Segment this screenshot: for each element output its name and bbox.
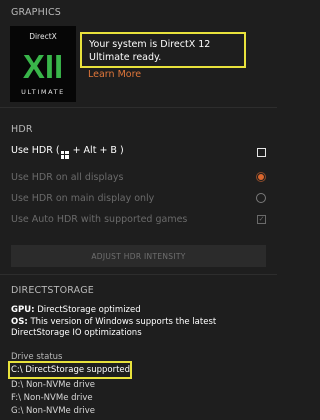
directx-ready-message: Your system is DirectX 12 Ultimate ready…: [80, 32, 246, 68]
xii-logo-icon: XII: [23, 48, 63, 82]
learn-more-link[interactable]: Learn More: [88, 69, 141, 80]
divider: [0, 274, 277, 275]
os-status: OS: This version of Windows supports the…: [11, 317, 217, 327]
use-hdr-label: Use HDR ( + Alt + B ): [11, 145, 124, 159]
auto-hdr-row[interactable]: Use Auto HDR with supported games ✓: [11, 210, 266, 228]
use-hdr-checkbox[interactable]: [257, 147, 266, 157]
adjust-hdr-intensity-button[interactable]: ADJUST HDR INTENSITY: [11, 245, 266, 267]
gpu-status: GPU: DirectStorage optimized: [11, 305, 141, 315]
hdr-main-display-label: Use HDR on main display only: [11, 192, 155, 204]
auto-hdr-checkbox[interactable]: ✓: [257, 214, 266, 224]
use-hdr-row[interactable]: Use HDR ( + Alt + B ): [11, 143, 266, 161]
hdr-all-displays-radio[interactable]: [256, 172, 266, 182]
auto-hdr-label: Use Auto HDR with supported games: [11, 213, 188, 225]
drive-status-item: F:\ Non-NVMe drive: [11, 393, 93, 403]
logo-big-text: XII: [23, 48, 63, 82]
divider: [0, 107, 277, 108]
hdr-all-displays-label: Use HDR on all displays: [11, 171, 124, 183]
drive-status-item: D:\ Non-NVMe drive: [11, 380, 95, 390]
graphics-section-title: GRAPHICS: [11, 7, 62, 18]
hdr-main-display-radio[interactable]: [256, 193, 266, 203]
check-icon: ✓: [258, 215, 265, 223]
hdr-section-title: HDR: [11, 124, 33, 135]
os-status-continued: DirectStorage IO optimizations: [11, 328, 142, 338]
drive-status-item: C:\ DirectStorage supported: [11, 365, 131, 375]
drive-status-item: G:\ Non-NVMe drive: [11, 406, 95, 416]
windows-key-icon: [60, 150, 69, 159]
directx-12-ultimate-logo: DirectX XII ULTIMATE: [10, 26, 76, 102]
logo-bottom-text: ULTIMATE: [21, 88, 65, 96]
logo-top-text: DirectX: [29, 32, 57, 41]
directstorage-section-title: DIRECTSTORAGE: [11, 285, 94, 296]
hdr-all-displays-row[interactable]: Use HDR on all displays: [11, 168, 266, 186]
hdr-main-display-row[interactable]: Use HDR on main display only: [11, 189, 266, 207]
